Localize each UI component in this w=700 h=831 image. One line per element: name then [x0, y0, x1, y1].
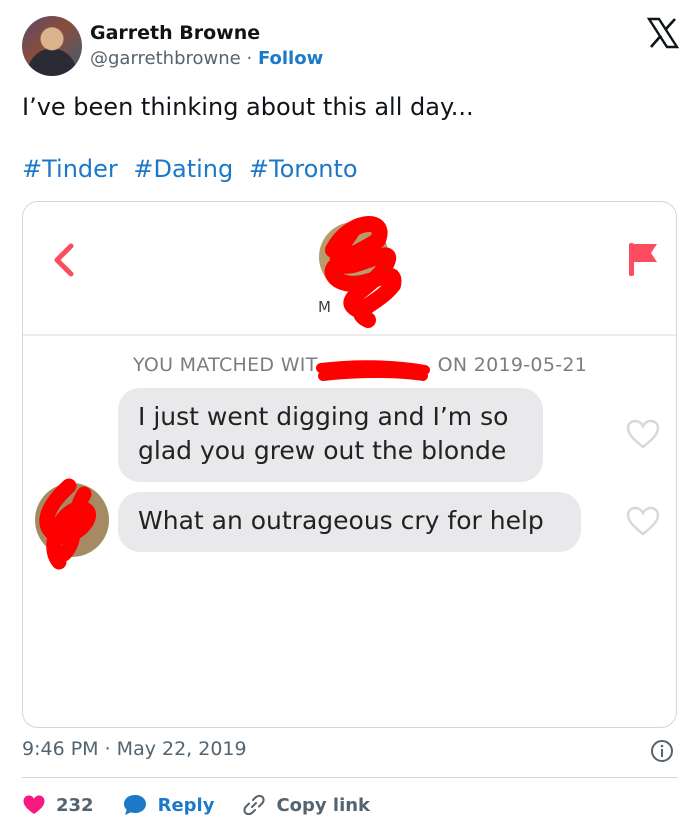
chat-header: M	[23, 202, 676, 336]
action-bar: 232 Reply Copy link	[22, 790, 398, 820]
hashtags: #Tinder #Dating #Toronto	[22, 155, 366, 183]
info-icon[interactable]	[650, 739, 674, 763]
hashtag-link[interactable]: #Toronto	[249, 155, 358, 183]
redaction-scribble	[316, 360, 430, 381]
matched-date: ON 2019-05-21	[437, 354, 588, 376]
report-flag-icon	[629, 243, 657, 276]
like-message-heart-icon	[626, 419, 660, 449]
link-icon	[243, 794, 265, 816]
heart-icon	[23, 795, 45, 814]
matched-prefix: YOU MATCHED WIT	[133, 354, 318, 376]
message-bubble: What an outrageous cry for help	[118, 492, 581, 552]
x-logo-icon[interactable]	[646, 16, 680, 50]
tweet-timestamp[interactable]: 9:46 PM · May 22, 2019	[22, 738, 247, 760]
like-button[interactable]: 232	[22, 794, 94, 816]
follow-button[interactable]: Follow	[258, 48, 323, 69]
separator-dot: ·	[246, 48, 253, 69]
reply-button[interactable]: Reply	[122, 793, 215, 817]
author-handle-row: @garrethbrowne · Follow	[90, 48, 323, 69]
reply-label: Reply	[157, 794, 215, 816]
divider	[22, 777, 678, 778]
back-chevron-icon	[54, 243, 74, 277]
embedded-image[interactable]: M YOU MATCHED WIT ON 2019-05-21 I just we…	[22, 201, 677, 728]
hashtag-link[interactable]: #Tinder	[22, 155, 118, 183]
like-count: 232	[56, 794, 94, 816]
author-handle[interactable]: @garrethbrowne	[90, 48, 241, 69]
like-message-heart-icon	[626, 506, 660, 536]
redaction-scribble	[39, 478, 96, 570]
copy-link-label: Copy link	[276, 794, 371, 816]
author-name[interactable]: Garreth Browne	[90, 22, 260, 44]
author-avatar[interactable]	[22, 16, 82, 76]
reply-bubble-icon	[123, 795, 146, 815]
redaction-scribble	[324, 216, 402, 328]
tweet-text: I’ve been thinking about this all day...	[22, 93, 474, 121]
copy-link-button[interactable]: Copy link	[242, 793, 370, 817]
message-bubble: I just went digging and I’m so glad you …	[118, 388, 543, 482]
hashtag-link[interactable]: #Dating	[133, 155, 233, 183]
